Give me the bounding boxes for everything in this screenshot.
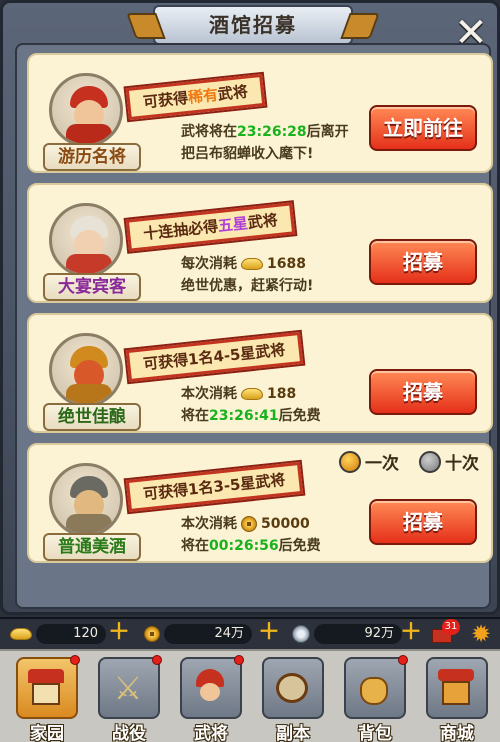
helmet-icon <box>192 669 228 707</box>
notification-badge: 31 <box>442 619 460 635</box>
recruit-card-banquet: 大宴宾客 十连抽必得五星武将 每次消耗 1688 绝世优惠，赶紧行动! 招募 <box>27 183 493 303</box>
nav-label: 家园 <box>30 724 64 742</box>
ingot-count: 120 <box>36 624 106 644</box>
recruit-button[interactable]: 招募 <box>369 369 477 415</box>
crossed-swords-icon: ⚔ <box>113 669 143 707</box>
window-title: 酒馆招募 <box>153 5 353 45</box>
nav-label: 商城 <box>440 724 474 742</box>
tavern-window: 酒馆招募 ✕ 游历名将 可获得稀有武将 武将将在23:26:28后离开 把吕布貂… <box>0 0 500 615</box>
ingot-icon <box>241 258 263 270</box>
cost-text: 每次消耗 1688 <box>181 256 306 272</box>
copper-coin-icon <box>241 516 257 532</box>
card-description: 把吕布貂蝉收入麾下! <box>181 146 314 162</box>
shop-icon <box>438 669 474 707</box>
silver-count: 92万 <box>314 624 402 644</box>
mail-flag-icon[interactable]: 31 <box>428 619 460 647</box>
bottom-nav: 家园 ⚔ 战役 武将 副本 背包 商城 <box>0 649 500 742</box>
nav-label: 背包 <box>358 724 392 742</box>
copper-coin-icon <box>144 626 160 642</box>
general-portrait-icon <box>49 333 123 407</box>
card-name: 游历名将 <box>43 143 141 171</box>
leave-timer-text: 武将将在23:26:28后离开 <box>181 124 349 140</box>
nav-bag[interactable]: 背包 <box>342 655 408 742</box>
card-list: 游历名将 可获得稀有武将 武将将在23:26:28后离开 把吕布貂蝉收入麾下! … <box>15 43 493 609</box>
add-ingot-button[interactable]: ＋ <box>108 622 130 644</box>
recruit-card-fine-wine: 绝世佳酿 可获得1名4-5星武将 本次消耗 188 将在23:26:41后免费 招… <box>27 313 493 433</box>
drum-icon <box>274 669 310 707</box>
recruit-card-common-wine: 普通美酒 可获得1名3-5星武将 一次 十次 本次消耗 50000 将在00:26… <box>27 443 493 563</box>
silver-coin-icon <box>292 625 310 643</box>
card-ribbon: 可获得1名4-5星武将 <box>123 329 305 385</box>
general-portrait-icon <box>49 203 123 277</box>
free-timer-text: 将在23:26:41后免费 <box>181 408 321 424</box>
nav-campaign[interactable]: ⚔ 战役 <box>96 655 162 742</box>
recruit-button[interactable]: 招募 <box>369 239 477 285</box>
house-icon <box>28 669 64 707</box>
nav-generals[interactable]: 武将 <box>178 655 244 742</box>
resource-bar: 120 ＋ 24万 ＋ 92万 ＋ 31 ✹ <box>0 617 500 647</box>
cost-text: 本次消耗 50000 <box>181 516 310 532</box>
ingot-icon <box>10 628 32 640</box>
card-description: 绝世优惠，赶紧行动! <box>181 278 314 294</box>
add-silver-button[interactable]: ＋ <box>400 622 422 644</box>
free-timer-text: 将在00:26:56后免费 <box>181 538 321 554</box>
recruit-button[interactable]: 招募 <box>369 499 477 545</box>
nav-home[interactable]: 家园 <box>14 655 80 742</box>
ingot-icon <box>241 388 263 400</box>
general-portrait-icon <box>49 73 123 147</box>
nav-label: 武将 <box>194 724 228 742</box>
cost-text: 本次消耗 188 <box>181 386 297 402</box>
card-ribbon: 可获得稀有武将 <box>123 71 268 123</box>
card-ribbon: 十连抽必得五星武将 <box>123 200 298 254</box>
add-copper-button[interactable]: ＋ <box>258 622 280 644</box>
general-portrait-icon <box>49 463 123 537</box>
nav-shop[interactable]: 商城 <box>424 657 490 742</box>
bag-icon <box>356 669 392 707</box>
copper-count: 24万 <box>164 624 252 644</box>
option-once[interactable]: 一次 <box>339 449 399 474</box>
nav-label: 战役 <box>112 724 146 742</box>
card-name: 绝世佳酿 <box>43 403 141 431</box>
option-ten[interactable]: 十次 <box>419 449 479 474</box>
recruit-card-famous-general: 游历名将 可获得稀有武将 武将将在23:26:28后离开 把吕布貂蝉收入麾下! … <box>27 53 493 173</box>
radio-unselected-icon <box>419 450 441 473</box>
card-name: 普通美酒 <box>43 533 141 561</box>
radio-selected-icon <box>339 450 361 473</box>
card-name: 大宴宾客 <box>43 273 141 301</box>
nav-label: 副本 <box>276 724 310 742</box>
nav-dungeon[interactable]: 副本 <box>260 657 326 742</box>
card-ribbon: 可获得1名3-5星武将 <box>123 459 305 515</box>
gear-icon[interactable]: ✹ <box>468 621 494 647</box>
go-now-button[interactable]: 立即前往 <box>369 105 477 151</box>
